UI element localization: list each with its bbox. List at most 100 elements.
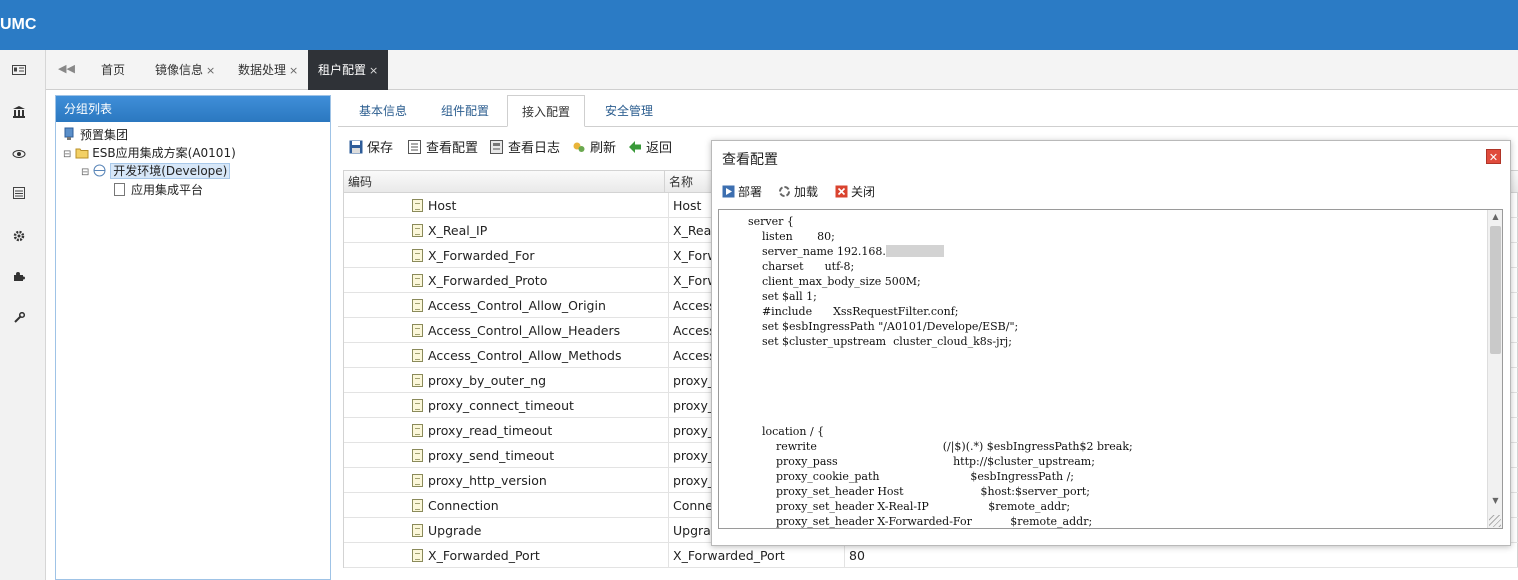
column-header-name[interactable]: 名称: [664, 171, 693, 193]
subtab-basic-info[interactable]: 基本信息: [359, 95, 407, 127]
close-button[interactable]: 关闭: [835, 183, 875, 201]
deploy-label: 部署: [738, 185, 763, 199]
tree-node-esb-solution[interactable]: ⊟ ESB应用集成方案(A0101): [63, 144, 236, 162]
config-code-textarea[interactable]: server { listen 80; server_name 192.168.…: [718, 209, 1503, 529]
gear-icon[interactable]: [11, 230, 27, 246]
dialog-title: 查看配置: [722, 152, 778, 168]
list-icon: [408, 140, 422, 154]
subtab-component-config[interactable]: 组件配置: [441, 95, 489, 127]
arrow-left-icon: [628, 140, 642, 154]
collapse-icon[interactable]: ⊟: [63, 149, 71, 160]
load-icon: [778, 185, 791, 198]
cell-code-text: Access_Control_Allow_Origin: [428, 298, 606, 313]
tab-label: 租户配置: [318, 63, 367, 77]
bank-icon[interactable]: [11, 105, 27, 121]
list-icon[interactable]: [11, 187, 27, 203]
collapse-icon[interactable]: ⊟: [81, 167, 89, 178]
back-button[interactable]: 返回: [628, 138, 672, 160]
group-list-title: 分组列表: [56, 96, 330, 122]
close-icon[interactable]: ×: [289, 64, 298, 77]
deploy-button[interactable]: 部署: [722, 183, 762, 201]
tree-node-integration-platform[interactable]: 应用集成平台: [114, 181, 203, 199]
code-line: listen 80;: [727, 229, 1133, 244]
tree-node-preset-group[interactable]: 预置集团: [63, 126, 128, 144]
dialog-close-icon[interactable]: ✕: [1486, 149, 1501, 164]
cell-code-text: Upgrade: [428, 523, 482, 538]
cell-code-text: X_Forwarded_For: [428, 248, 535, 263]
wrench-icon[interactable]: [11, 311, 27, 328]
tab-scroll-left-icon[interactable]: ◀◀: [58, 62, 75, 75]
code-line-text: proxy_cookie_path $esbIngressPath /;: [727, 470, 1075, 483]
load-label: 加载: [794, 185, 819, 199]
code-line-text: listen 80;: [727, 230, 835, 243]
cell-code-text: proxy_read_timeout: [428, 423, 553, 438]
document-icon: [412, 524, 423, 537]
code-scrollbar[interactable]: ▲ ▼: [1487, 210, 1502, 528]
cell-code-text: X_Real_IP: [428, 223, 488, 238]
code-line: proxy_pass http://$cluster_upstream;: [727, 454, 1133, 469]
id-card-icon[interactable]: [11, 64, 27, 80]
subtab-security[interactable]: 安全管理: [605, 95, 653, 127]
cell-name: X_Forwarded_Port: [668, 543, 848, 568]
cell-code-text: proxy_connect_timeout: [428, 398, 574, 413]
tree-node-label: 预置集团: [80, 128, 129, 142]
view-config-button[interactable]: 查看配置: [408, 138, 478, 160]
document-icon: [412, 374, 423, 387]
scroll-down-icon[interactable]: ▼: [1488, 494, 1502, 508]
cell-code: X_Forwarded_Port: [412, 543, 662, 568]
refresh-icon: [572, 140, 586, 154]
cell-code-text: proxy_send_timeout: [428, 448, 555, 463]
document-icon: [412, 474, 423, 487]
tab-tenant-config[interactable]: 租户配置 ×: [308, 50, 389, 90]
tree-node-dev-env[interactable]: ⊟ 开发环境(Develope): [81, 162, 231, 180]
code-line-text: client_max_body_size 500M;: [727, 275, 921, 288]
scroll-up-icon[interactable]: ▲: [1488, 210, 1502, 224]
refresh-button[interactable]: 刷新: [572, 138, 616, 160]
load-button[interactable]: 加载: [778, 183, 818, 201]
save-label: 保存: [367, 141, 394, 156]
cell-code: Access_Control_Allow_Methods: [412, 343, 662, 368]
code-line: proxy_set_header X-Forwarded-For $remote…: [727, 514, 1133, 528]
close-icon: [835, 185, 848, 198]
cell-code-text: Access_Control_Allow_Methods: [428, 348, 622, 363]
code-line: client_max_body_size 500M;: [727, 274, 1133, 289]
floppy-icon: [349, 140, 363, 154]
eye-icon[interactable]: [11, 147, 27, 163]
save-button[interactable]: 保存: [349, 138, 393, 160]
view-config-dialog: 查看配置 ✕ 部署 加载 关闭 server { listen 80; serv…: [711, 140, 1511, 546]
code-line-text: server_name 192.168.: [727, 245, 886, 258]
document-icon: [114, 183, 128, 197]
code-line: set $all 1;: [727, 289, 1133, 304]
column-header-code[interactable]: 编码: [344, 171, 372, 193]
code-line: charset utf-8;: [727, 259, 1133, 274]
cell-code-text: Connection: [428, 498, 499, 513]
tab-data-processing[interactable]: 数据处理 ×: [238, 50, 298, 90]
resize-grip-icon[interactable]: [1489, 515, 1501, 527]
document-icon: [412, 224, 423, 237]
subtab-access-config[interactable]: 接入配置: [507, 95, 586, 127]
document-icon: [412, 324, 423, 337]
tab-image-info[interactable]: 镜像信息 ×: [155, 50, 215, 90]
document-icon: [412, 399, 423, 412]
cell-code-text: proxy_http_version: [428, 473, 547, 488]
tab-home[interactable]: 首页: [101, 50, 125, 90]
code-line-text: proxy_set_header Host $host:$server_port…: [727, 485, 1090, 498]
cell-value[interactable]: 80: [844, 543, 924, 568]
view-config-label: 查看配置: [426, 141, 479, 156]
scroll-thumb[interactable]: [1490, 226, 1501, 354]
cell-code-text: X_Forwarded_Proto: [428, 273, 548, 288]
cell-code: Upgrade: [412, 518, 662, 543]
puzzle-icon[interactable]: [11, 270, 27, 286]
close-icon[interactable]: ×: [206, 64, 215, 77]
tree-node-label: ESB应用集成方案(A0101): [92, 146, 236, 160]
close-icon[interactable]: ×: [369, 64, 378, 77]
document-icon: [412, 349, 423, 362]
cell-code: X_Forwarded_For: [412, 243, 662, 268]
icon-rail: [0, 50, 46, 580]
table-row[interactable]: X_Forwarded_Port X_Forwarded_Port 80: [344, 543, 1518, 568]
back-label: 返回: [646, 141, 673, 156]
view-log-button[interactable]: 查看日志: [490, 138, 560, 160]
